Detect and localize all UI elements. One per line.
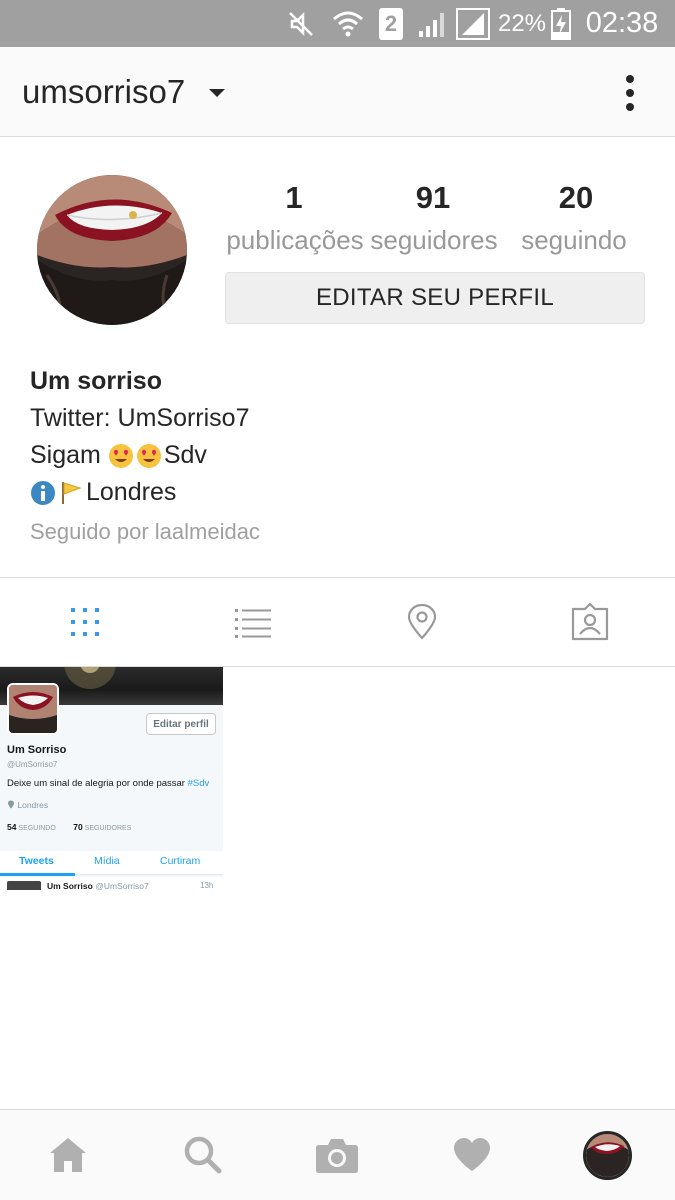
bio-text: Sdv bbox=[163, 441, 207, 469]
bio-line: Sigam Sdv bbox=[30, 441, 207, 470]
followers-label[interactable]: seguidores bbox=[369, 225, 499, 256]
post-description-text: Deixe um sinal de alegria por onde passa… bbox=[7, 778, 188, 789]
post-tabs: Tweets Mídia Curtiram bbox=[0, 851, 223, 875]
post-tab-tweets: Tweets bbox=[19, 855, 54, 867]
post-following-label: SEGUINDO bbox=[18, 825, 56, 832]
sim-slot-label: 2 bbox=[379, 7, 403, 40]
post-avatar bbox=[7, 683, 59, 735]
post-stats: 54 SEGUINDO 70 SEGUIDORES bbox=[7, 822, 131, 832]
nav-home[interactable] bbox=[43, 1130, 93, 1180]
bio-line: Londres bbox=[30, 478, 176, 507]
post-following-count: 54 bbox=[7, 822, 17, 832]
flag-emoji-icon bbox=[58, 480, 84, 506]
bio-text: Sigam bbox=[30, 441, 108, 469]
heart-icon bbox=[454, 1138, 490, 1171]
post-followers-count: 70 bbox=[73, 822, 83, 832]
home-icon bbox=[50, 1138, 86, 1172]
followers-count[interactable]: 91 bbox=[397, 180, 469, 216]
location-pin-icon bbox=[407, 603, 437, 640]
instagram-profile-screen: 2 22% 02:38 umsorriso7 1 91 20 publicaçõ… bbox=[0, 0, 675, 1200]
battery-charging-icon bbox=[549, 0, 573, 47]
info-emoji-icon bbox=[30, 480, 56, 506]
signal-empty-icon bbox=[455, 0, 491, 47]
post-description: Deixe um sinal de alegria por onde passa… bbox=[7, 778, 209, 789]
profile-avatar[interactable] bbox=[37, 175, 187, 325]
posts-label[interactable]: publicações bbox=[226, 225, 364, 256]
search-icon bbox=[184, 1136, 222, 1174]
nav-profile-avatar[interactable] bbox=[583, 1131, 632, 1180]
post-hashtag: #Sdv bbox=[187, 778, 210, 789]
post-tweet-handle: @UmSorriso7 bbox=[95, 881, 149, 890]
following-label[interactable]: seguindo bbox=[519, 225, 629, 256]
post-location-icon bbox=[8, 800, 14, 809]
battery-percent: 22% bbox=[497, 9, 547, 37]
post-tweet-avatar bbox=[7, 881, 41, 890]
tab-tagged[interactable] bbox=[568, 600, 612, 644]
post-tweet-author: Um Sorriso @UmSorriso7 bbox=[47, 881, 149, 890]
following-count[interactable]: 20 bbox=[540, 180, 612, 216]
signal-icon bbox=[416, 0, 450, 47]
more-vertical-icon[interactable] bbox=[620, 73, 640, 113]
profile-name: Um sorriso bbox=[30, 367, 162, 395]
heart-eyes-emoji-icon bbox=[108, 443, 134, 469]
post-edit-profile-label: Editar perfil bbox=[146, 713, 216, 735]
nav-search[interactable] bbox=[178, 1130, 228, 1180]
clock: 02:38 bbox=[585, 7, 659, 39]
caret-down-icon[interactable] bbox=[209, 89, 225, 97]
username-switcher[interactable]: umsorriso7 bbox=[22, 73, 185, 111]
post-location-text: Londres bbox=[17, 800, 49, 810]
post-followers-label: SEGUIDORES bbox=[84, 825, 132, 832]
post-tab-underline bbox=[0, 873, 75, 876]
nav-camera[interactable] bbox=[312, 1130, 362, 1180]
list-icon bbox=[235, 609, 271, 638]
heart-eyes-emoji-icon bbox=[136, 443, 162, 469]
post-tweet-time: 13h bbox=[200, 881, 214, 890]
status-bar: 2 22% 02:38 bbox=[0, 0, 675, 47]
post-tweet-name: Um Sorriso bbox=[47, 881, 93, 890]
sim2-icon: 2 bbox=[378, 0, 404, 47]
post-tab-likes: Curtiram bbox=[160, 855, 201, 867]
post-name: Um Sorriso bbox=[7, 744, 67, 756]
bio-text: Londres bbox=[86, 478, 177, 506]
tagged-person-icon bbox=[571, 603, 609, 641]
profile-header: umsorriso7 bbox=[0, 47, 675, 137]
post-location: Londres bbox=[7, 800, 48, 810]
grid-icon bbox=[71, 608, 99, 636]
bottom-navigation bbox=[0, 1109, 675, 1200]
mute-icon bbox=[283, 0, 319, 47]
edit-profile-button[interactable]: EDITAR SEU PERFIL bbox=[225, 272, 645, 324]
tab-grid[interactable] bbox=[63, 600, 107, 644]
wifi-icon bbox=[330, 0, 366, 47]
post-thumbnail[interactable]: Editar perfil Um Sorriso @UmSorriso7 Dei… bbox=[0, 667, 223, 890]
tab-list[interactable] bbox=[231, 600, 275, 644]
tab-map[interactable] bbox=[400, 600, 444, 644]
divider bbox=[0, 577, 675, 578]
nav-activity[interactable] bbox=[447, 1130, 497, 1180]
post-tab-media: Mídia bbox=[94, 855, 120, 867]
followed-by[interactable]: Seguido por laalmeidac bbox=[30, 519, 260, 545]
post-handle: @UmSorriso7 bbox=[7, 760, 58, 769]
posts-count[interactable]: 1 bbox=[264, 180, 324, 216]
camera-icon bbox=[316, 1139, 358, 1173]
bio-line: Twitter: UmSorriso7 bbox=[30, 404, 250, 432]
